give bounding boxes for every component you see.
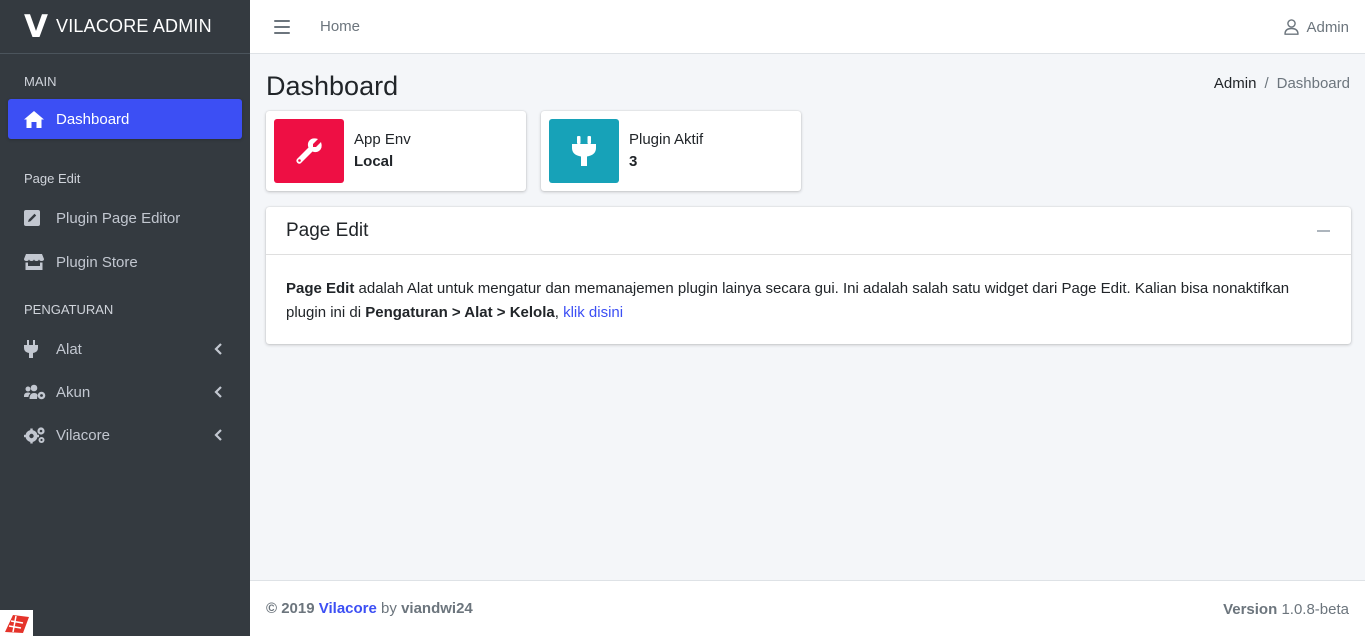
footer-version: Version 1.0.8-beta — [1223, 581, 1349, 636]
collapse-minus-icon[interactable] — [1317, 224, 1331, 238]
store-icon — [24, 252, 48, 272]
breadcrumb-current: Dashboard — [1276, 75, 1350, 92]
card-title: Page Edit — [286, 219, 369, 241]
cogs-icon — [24, 425, 48, 445]
brand-link[interactable]: V VILACORE ADMIN — [0, 0, 250, 54]
chevron-left-icon — [214, 429, 222, 441]
info-box-app-env: App Env Local — [266, 111, 526, 191]
wrench-icon — [274, 119, 344, 183]
chevron-left-icon — [214, 343, 222, 355]
sidebar-item-label: Plugin Store — [56, 253, 138, 271]
info-box-value: 3 — [629, 153, 638, 170]
click-here-link[interactable]: klik disini — [563, 304, 623, 321]
card-body-text: , — [554, 304, 564, 321]
sidebar-item-label: Vilacore — [56, 426, 110, 444]
sidebar-item-label: Plugin Page Editor — [56, 209, 181, 227]
footer-version-number: 1.0.8-beta — [1281, 600, 1349, 618]
chevron-left-icon — [214, 386, 222, 398]
card-body-strong: Page Edit — [286, 280, 355, 297]
sidebar: V VILACORE ADMIN MAIN Dashboard Page Edi… — [0, 0, 250, 636]
page-title: Dashboard — [266, 71, 399, 101]
home-icon — [24, 109, 48, 129]
footer-author: viandwi24 — [401, 600, 473, 617]
page-edit-card: Page Edit Page Edit adalah Alat untuk me… — [266, 207, 1351, 344]
nav-header-page-edit: Page Edit — [24, 171, 81, 186]
menu-toggle-icon[interactable] — [274, 19, 290, 34]
sidebar-item-dashboard[interactable]: Dashboard — [8, 99, 242, 139]
footer-copyright: © 2019 — [266, 600, 315, 617]
sidebar-item-alat[interactable]: Alat — [8, 329, 242, 369]
top-nav-home[interactable]: Home — [320, 18, 360, 35]
nav-header-main: MAIN — [24, 74, 57, 89]
sidebar-item-label: Alat — [56, 340, 82, 358]
topbar: Home Admin — [250, 0, 1365, 54]
brand-logo: V — [24, 8, 48, 45]
card-header: Page Edit — [266, 207, 1351, 255]
breadcrumb-separator: / — [1264, 75, 1269, 92]
sidebar-item-plugin-store[interactable]: Plugin Store — [8, 242, 242, 282]
user-name: Admin — [1306, 18, 1349, 36]
info-box-value: Local — [354, 153, 394, 170]
card-body-path: Pengaturan > Alat > Kelola — [365, 304, 555, 321]
footer-brand-link[interactable]: Vilacore — [319, 600, 377, 617]
footer-version-label: Version — [1223, 600, 1278, 618]
users-cog-icon — [24, 382, 48, 402]
plug-icon — [24, 339, 48, 359]
devtools-badge-icon[interactable] — [0, 610, 33, 636]
info-box-label: Plugin Aktif — [629, 131, 704, 148]
footer: © 2019 Vilacore by viandwi24 Version 1.0… — [250, 580, 1365, 636]
user-menu[interactable]: Admin — [1284, 0, 1349, 54]
sidebar-item-akun[interactable]: Akun — [8, 372, 242, 412]
brand-name: VILACORE ADMIN — [56, 16, 212, 36]
info-box-label: App Env — [354, 131, 411, 148]
breadcrumb: Admin / Dashboard — [1214, 75, 1350, 92]
info-box-plugin-aktif: Plugin Aktif 3 — [541, 111, 801, 191]
sidebar-item-vilacore[interactable]: Vilacore — [8, 415, 242, 455]
user-icon — [1284, 19, 1300, 35]
content-wrapper: Dashboard Admin / Dashboard App Env Loca… — [250, 54, 1365, 580]
sidebar-item-label: Akun — [56, 383, 91, 401]
edit-icon — [24, 208, 48, 228]
card-body: Page Edit adalah Alat untuk mengatur dan… — [266, 255, 1351, 347]
plug-icon — [549, 119, 619, 183]
sidebar-item-label: Dashboard — [56, 110, 130, 128]
nav-header-pengaturan: PENGATURAN — [24, 302, 114, 317]
sidebar-item-plugin-page-editor[interactable]: Plugin Page Editor — [8, 198, 242, 238]
breadcrumb-home-link[interactable]: Admin — [1214, 75, 1257, 92]
footer-by: by — [381, 600, 397, 617]
